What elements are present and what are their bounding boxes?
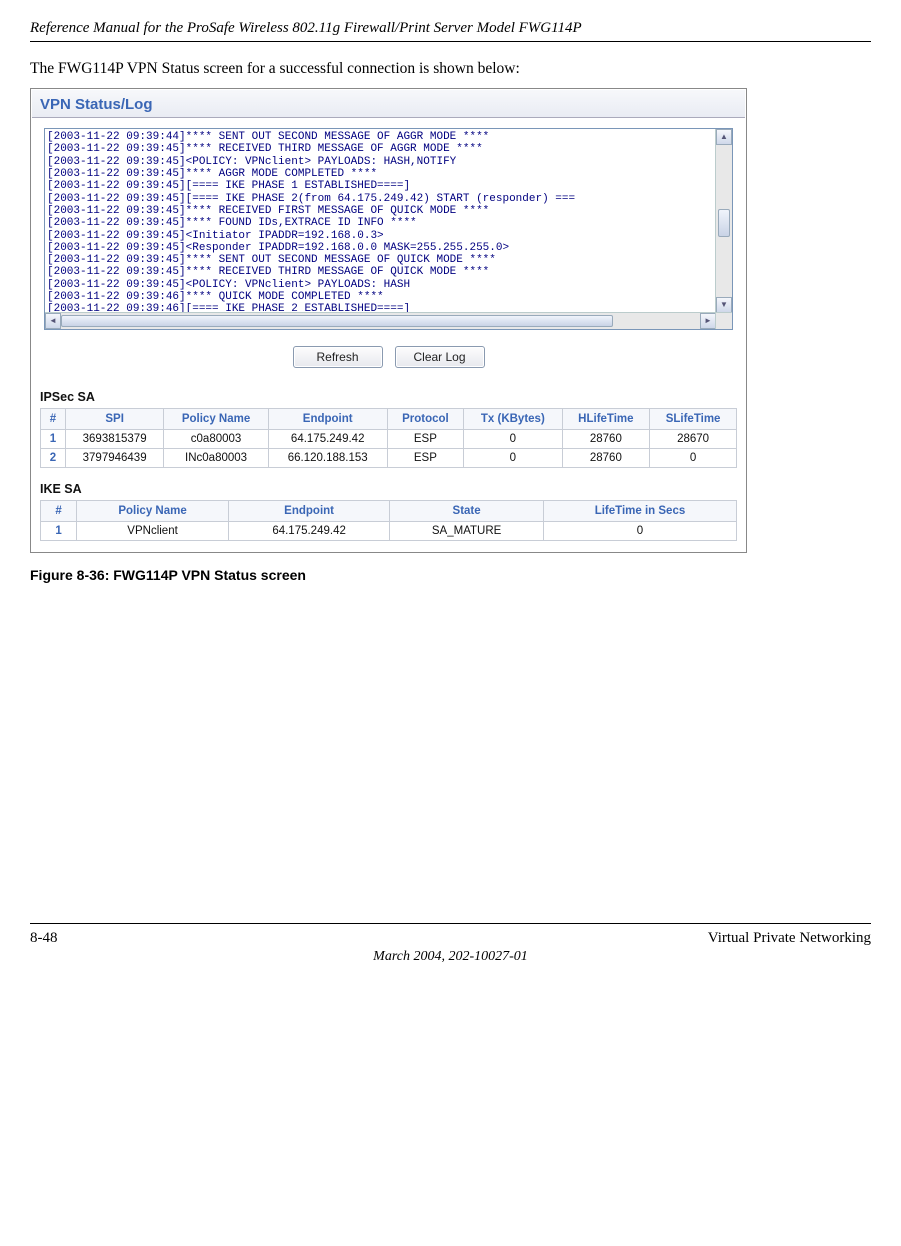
scroll-left-icon[interactable]: ◄ xyxy=(45,313,61,329)
footer-section-title: Virtual Private Networking xyxy=(708,930,871,947)
scroll-down-icon[interactable]: ▼ xyxy=(716,297,732,313)
page-header-title: Reference Manual for the ProSafe Wireles… xyxy=(30,20,871,37)
cell-slife: 0 xyxy=(650,449,737,468)
col-endpoint: Endpoint xyxy=(228,501,389,522)
col-endpoint: Endpoint xyxy=(268,409,387,430)
cell-tx: 0 xyxy=(464,449,562,468)
col-spi: SPI xyxy=(65,409,164,430)
col-tx: Tx (KBytes) xyxy=(464,409,562,430)
figure-caption: Figure 8-36: FWG114P VPN Status screen xyxy=(30,567,871,583)
cell-life: 0 xyxy=(543,522,736,541)
ipsec-sa-label: IPSec SA xyxy=(32,386,745,406)
cell-hlife: 28760 xyxy=(562,430,650,449)
col-state: State xyxy=(390,501,544,522)
log-line: [2003-11-22 09:39:45]**** FOUND IDs,EXTR… xyxy=(47,217,730,229)
log-textarea[interactable]: [2003-11-22 09:39:44]**** SENT OUT SECON… xyxy=(44,128,733,330)
col-slife: SLifeTime xyxy=(650,409,737,430)
col-num: # xyxy=(41,501,77,522)
footer-date-doc: March 2004, 202-10027-01 xyxy=(30,949,871,965)
intro-text: The FWG114P VPN Status screen for a succ… xyxy=(30,60,871,78)
clear-log-button[interactable]: Clear Log xyxy=(395,346,485,368)
log-line: [2003-11-22 09:39:46]**** QUICK MODE COM… xyxy=(47,291,730,303)
log-line: [2003-11-22 09:39:45]**** SENT OUT SECON… xyxy=(47,254,730,266)
log-line: [2003-11-22 09:39:45]<POLICY: VPNclient>… xyxy=(47,279,730,291)
cell-endpoint: 64.175.249.42 xyxy=(228,522,389,541)
screenshot-panel: VPN Status/Log [2003-11-22 09:39:44]****… xyxy=(30,88,747,553)
table-row: 1 VPNclient 64.175.249.42 SA_MATURE 0 xyxy=(41,522,737,541)
page-footer: 8-48 Virtual Private Networking March 20… xyxy=(30,923,871,965)
cell-spi: 3797946439 xyxy=(65,449,164,468)
footer-rule xyxy=(30,923,871,924)
cell-state: SA_MATURE xyxy=(390,522,544,541)
log-line: [2003-11-22 09:39:45]**** RECEIVED THIRD… xyxy=(47,266,730,278)
log-content: [2003-11-22 09:39:44]**** SENT OUT SECON… xyxy=(45,129,732,313)
cell-tx: 0 xyxy=(464,430,562,449)
table-row: 1 3693815379 c0a80003 64.175.249.42 ESP … xyxy=(41,430,737,449)
cell-policy: VPNclient xyxy=(77,522,229,541)
cell-endpoint: 66.120.188.153 xyxy=(268,449,387,468)
log-line: [2003-11-22 09:39:45]**** RECEIVED FIRST… xyxy=(47,205,730,217)
cell-num: 1 xyxy=(41,522,77,541)
vertical-scrollbar[interactable]: ▲ ▼ xyxy=(715,129,732,313)
panel-title: VPN Status/Log xyxy=(32,90,745,118)
header-rule xyxy=(30,41,871,42)
log-line: [2003-11-22 09:39:45]<POLICY: VPNclient>… xyxy=(47,156,730,168)
log-line: [2003-11-22 09:39:45]**** RECEIVED THIRD… xyxy=(47,143,730,155)
table-row: 2 3797946439 INc0a80003 66.120.188.153 E… xyxy=(41,449,737,468)
log-line: [2003-11-22 09:39:45][==== IKE PHASE 1 E… xyxy=(47,180,730,192)
col-policy: Policy Name xyxy=(77,501,229,522)
cell-protocol: ESP xyxy=(387,449,463,468)
cell-policy: c0a80003 xyxy=(164,430,268,449)
cell-protocol: ESP xyxy=(387,430,463,449)
col-hlife: HLifeTime xyxy=(562,409,650,430)
scroll-right-icon[interactable]: ► xyxy=(700,313,716,329)
cell-slife: 28670 xyxy=(650,430,737,449)
table-header-row: # SPI Policy Name Endpoint Protocol Tx (… xyxy=(41,409,737,430)
log-line: [2003-11-22 09:39:45]<Responder IPADDR=1… xyxy=(47,242,730,254)
cell-spi: 3693815379 xyxy=(65,430,164,449)
log-line: [2003-11-22 09:39:45][==== IKE PHASE 2(f… xyxy=(47,193,730,205)
col-protocol: Protocol xyxy=(387,409,463,430)
scroll-thumb-vertical[interactable] xyxy=(718,209,730,237)
cell-endpoint: 64.175.249.42 xyxy=(268,430,387,449)
ipsec-sa-table: # SPI Policy Name Endpoint Protocol Tx (… xyxy=(40,408,737,468)
col-life: LifeTime in Secs xyxy=(543,501,736,522)
col-policy: Policy Name xyxy=(164,409,268,430)
ike-sa-label: IKE SA xyxy=(32,478,745,498)
cell-policy: INc0a80003 xyxy=(164,449,268,468)
table-header-row: # Policy Name Endpoint State LifeTime in… xyxy=(41,501,737,522)
scroll-up-icon[interactable]: ▲ xyxy=(716,129,732,145)
cell-hlife: 28760 xyxy=(562,449,650,468)
footer-page-number: 8-48 xyxy=(30,930,58,947)
horizontal-scrollbar[interactable]: ◄ ► xyxy=(45,312,716,329)
cell-num: 2 xyxy=(41,449,66,468)
refresh-button[interactable]: Refresh xyxy=(293,346,383,368)
scroll-corner xyxy=(715,312,732,329)
col-num: # xyxy=(41,409,66,430)
cell-num: 1 xyxy=(41,430,66,449)
scroll-thumb-horizontal[interactable] xyxy=(61,315,613,327)
log-line: [2003-11-22 09:39:44]**** SENT OUT SECON… xyxy=(47,131,730,143)
ike-sa-table: # Policy Name Endpoint State LifeTime in… xyxy=(40,500,737,541)
button-row: Refresh Clear Log xyxy=(32,336,745,386)
log-line: [2003-11-22 09:39:45]**** AGGR MODE COMP… xyxy=(47,168,730,180)
log-line: [2003-11-22 09:39:45]<Initiator IPADDR=1… xyxy=(47,230,730,242)
